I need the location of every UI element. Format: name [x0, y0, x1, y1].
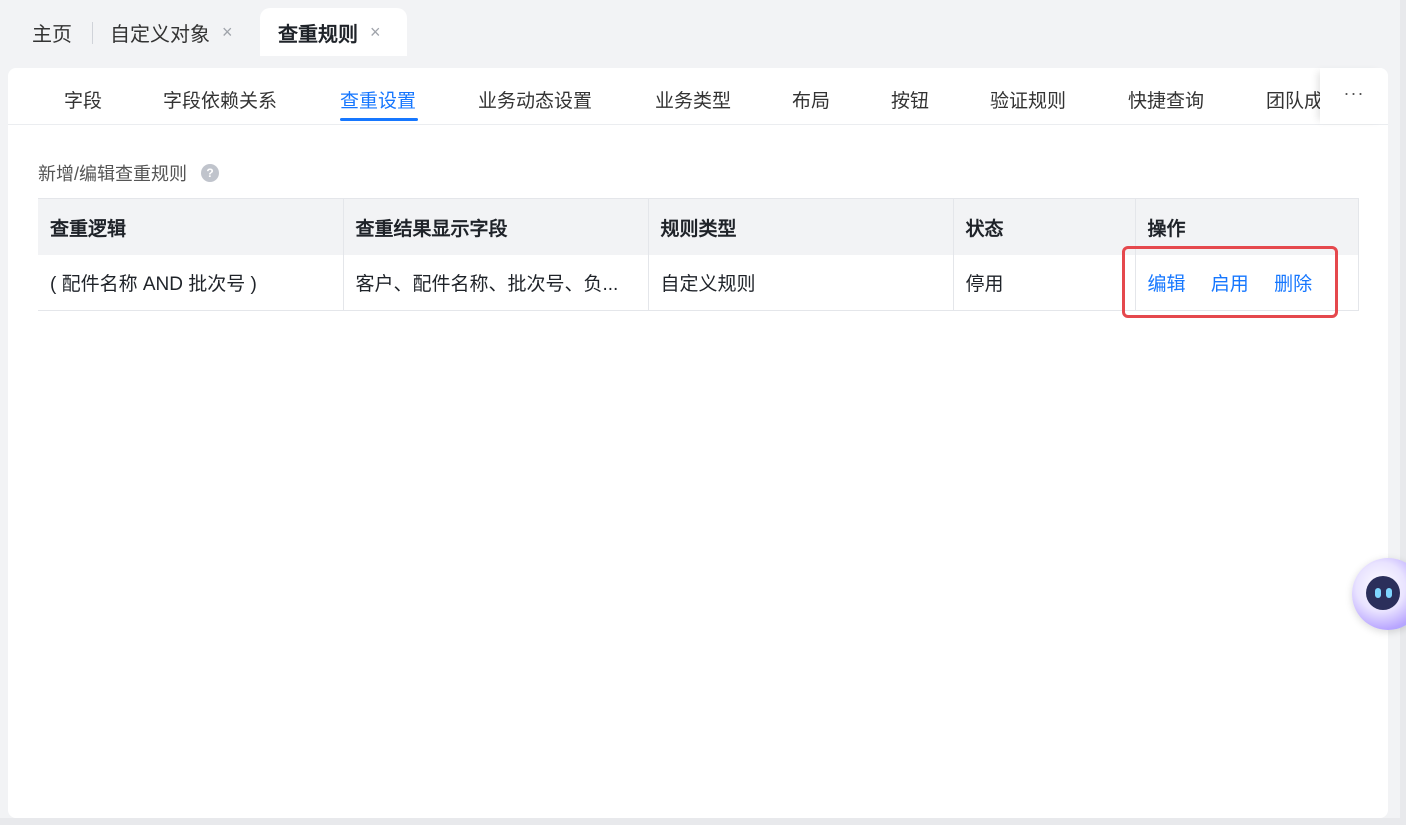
cell-logic: ( 配件名称 AND 批次号 ): [38, 255, 344, 311]
subtab-validation-rules[interactable]: 验证规则: [990, 86, 1066, 113]
subtab-business-type[interactable]: 业务类型: [655, 86, 731, 113]
bottom-scrollbar[interactable]: [0, 818, 1406, 825]
sub-tab-bar: 字段 字段依赖关系 查重设置 业务动态设置 业务类型 布局 按钮 验证规则 快捷…: [8, 68, 1388, 125]
cell-status: 停用: [953, 255, 1136, 311]
more-icon: ···: [1343, 82, 1365, 103]
subtab-duplicate-settings[interactable]: 查重设置: [340, 86, 416, 113]
subtab-business-dynamic[interactable]: 业务动态设置: [478, 86, 592, 113]
tab-custom-object-label: 自定义对象: [110, 23, 210, 46]
subtab-buttons[interactable]: 按钮: [891, 86, 929, 113]
window-edge: [1400, 0, 1406, 825]
cell-type: 自定义规则: [648, 255, 954, 311]
subtab-fields[interactable]: 字段: [64, 86, 102, 113]
subtab-team[interactable]: 团队成: [1266, 86, 1323, 113]
section-title-label: 新增/编辑查重规则: [38, 164, 188, 184]
subtab-quick-query[interactable]: 快捷查询: [1128, 86, 1204, 113]
tab-home-label: 主页: [32, 23, 72, 46]
tab-custom-object[interactable]: 自定义对象 ×: [110, 8, 233, 56]
active-tab-indicator: [340, 118, 418, 121]
assistant-avatar-icon: [1366, 576, 1400, 610]
more-tabs-button[interactable]: ···: [1320, 68, 1388, 124]
highlight-annotation-box: [1122, 246, 1338, 318]
close-icon[interactable]: ×: [370, 22, 381, 43]
help-icon[interactable]: ?: [201, 164, 220, 182]
top-tab-bar: 主页 自定义对象 × 查重规则 ×: [0, 0, 1400, 56]
tab-duplicate-rules-label: 查重规则: [278, 23, 358, 46]
assistant-eye-icon: [1386, 588, 1392, 598]
main-panel: 字段 字段依赖关系 查重设置 业务动态设置 业务类型 布局 按钮 验证规则 快捷…: [8, 68, 1388, 818]
subtab-layout[interactable]: 布局: [792, 86, 830, 113]
col-header-type: 规则类型: [648, 198, 954, 255]
col-header-status: 状态: [953, 198, 1136, 255]
col-header-logic: 查重逻辑: [38, 198, 344, 255]
close-icon[interactable]: ×: [222, 22, 233, 43]
assistant-eye-icon: [1375, 588, 1381, 598]
section-title: 新增/编辑查重规则 ?: [38, 160, 220, 186]
subtab-field-dependencies[interactable]: 字段依赖关系: [163, 86, 277, 113]
col-header-fields: 查重结果显示字段: [343, 198, 649, 255]
tab-divider: [92, 22, 93, 44]
tab-home[interactable]: 主页: [32, 8, 72, 56]
cell-fields: 客户、配件名称、批次号、负...: [343, 255, 649, 311]
tab-duplicate-rules[interactable]: 查重规则 ×: [260, 8, 407, 56]
